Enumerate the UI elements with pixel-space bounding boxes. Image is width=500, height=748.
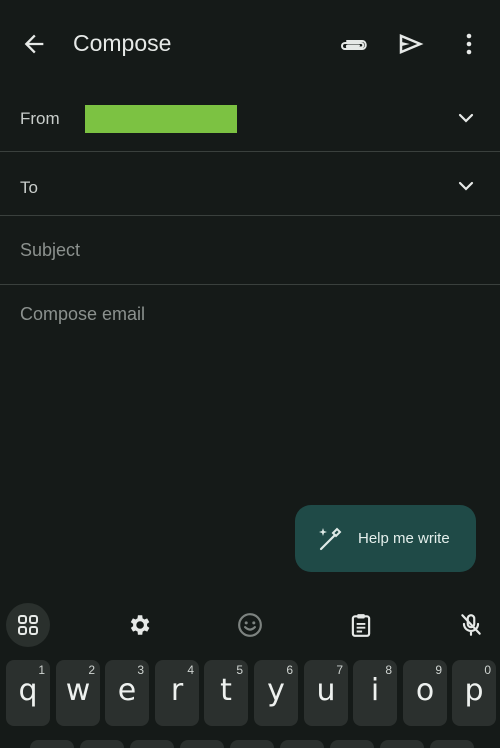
keyboard-row-2-partial — [430, 740, 474, 748]
magic-pen-icon — [319, 527, 342, 551]
key-w[interactable]: 2w — [56, 660, 100, 726]
key-label: p — [464, 673, 484, 708]
to-row[interactable]: To — [0, 152, 500, 216]
keyboard-row-2-partial — [30, 740, 74, 748]
key-u[interactable]: 7u — [304, 660, 348, 726]
keyboard-row-2-partial — [330, 740, 374, 748]
page-title: Compose — [73, 30, 172, 56]
keyboard-row-2-partial — [130, 740, 174, 748]
voice-input-button[interactable] — [449, 603, 493, 647]
key-label: i — [370, 673, 380, 708]
arrow-back-icon[interactable] — [20, 30, 48, 58]
help-me-write-label: Help me write — [358, 530, 450, 547]
key-label: e — [117, 673, 137, 708]
key-q[interactable]: 1q — [6, 660, 50, 726]
keyboard-toolbar — [0, 598, 500, 652]
apps-grid-button[interactable] — [6, 603, 50, 647]
emoji-button[interactable] — [228, 603, 272, 647]
keyboard-row-2-partial — [230, 740, 274, 748]
subject-input[interactable]: Subject — [20, 240, 80, 261]
key-label: r — [170, 673, 184, 708]
keyboard-row-2-partial — [380, 740, 424, 748]
app-bar: Compose — [0, 0, 500, 88]
key-i[interactable]: 8i — [353, 660, 397, 726]
clipboard-button[interactable] — [339, 603, 383, 647]
key-label: q — [18, 673, 38, 708]
keyboard-row-2-partial — [280, 740, 324, 748]
mic-off-icon — [461, 614, 481, 636]
keyboard-row-1: 1q2w3e4r5t6y7u8i9o0p — [0, 660, 500, 728]
from-address-redacted — [85, 105, 237, 133]
key-label: o — [415, 673, 435, 708]
key-label: t — [220, 673, 232, 708]
chevron-down-icon[interactable] — [454, 106, 478, 130]
clipboard-icon — [351, 614, 371, 637]
keyboard-row-2-partial — [180, 740, 224, 748]
chevron-down-icon[interactable] — [454, 174, 478, 198]
apps-grid-icon — [18, 615, 38, 635]
key-t[interactable]: 5t — [204, 660, 248, 726]
gear-icon — [130, 615, 150, 635]
key-label: y — [267, 673, 285, 708]
to-label: To — [20, 178, 38, 197]
from-label: From — [20, 109, 60, 128]
help-me-write-button[interactable]: Help me write — [295, 505, 476, 572]
key-label: w — [65, 673, 91, 708]
key-r[interactable]: 4r — [155, 660, 199, 726]
compose-body-input[interactable]: Compose email — [20, 304, 145, 325]
key-label: u — [316, 673, 336, 708]
subject-row[interactable]: Subject — [0, 216, 500, 285]
keyboard-row-2-partial — [80, 740, 124, 748]
settings-button[interactable] — [117, 603, 161, 647]
key-e[interactable]: 3e — [105, 660, 149, 726]
key-y[interactable]: 6y — [254, 660, 298, 726]
key-p[interactable]: 0p — [452, 660, 496, 726]
key-o[interactable]: 9o — [403, 660, 447, 726]
send-icon[interactable] — [396, 29, 426, 59]
from-row[interactable]: From — [0, 88, 500, 152]
emoji-icon — [238, 613, 262, 637]
attach-icon[interactable] — [338, 30, 368, 58]
more-vert-icon[interactable] — [458, 30, 480, 58]
